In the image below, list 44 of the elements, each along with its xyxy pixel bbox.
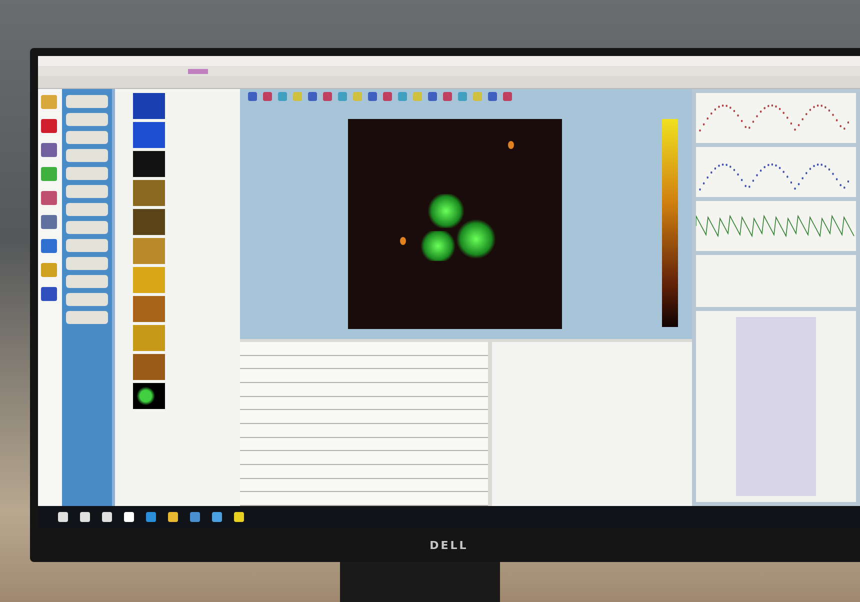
taskbar-icon[interactable] xyxy=(80,512,90,522)
image-thumbnail[interactable] xyxy=(133,93,165,119)
panel-button[interactable] xyxy=(66,131,108,144)
panel-button[interactable] xyxy=(66,203,108,216)
panel-button[interactable] xyxy=(66,257,108,270)
image-thumbnail[interactable] xyxy=(133,151,165,177)
panel-button[interactable] xyxy=(66,293,108,306)
panel-button[interactable] xyxy=(66,221,108,234)
tool-icon[interactable] xyxy=(41,143,57,157)
taskbar-icon[interactable] xyxy=(58,512,68,522)
image-thumbnail[interactable] xyxy=(133,325,165,351)
panel-button[interactable] xyxy=(66,311,108,324)
taskbar-icon[interactable] xyxy=(102,512,112,522)
tool-icon[interactable] xyxy=(41,263,57,277)
image-thumbnail[interactable] xyxy=(133,238,165,264)
image-thumbnail[interactable] xyxy=(133,296,165,322)
image-thumbnail[interactable] xyxy=(133,209,165,235)
taskbar-icon[interactable] xyxy=(168,512,178,522)
panel-button[interactable] xyxy=(66,275,108,288)
tool-icon[interactable] xyxy=(41,119,57,133)
tool-icon[interactable] xyxy=(41,287,57,301)
taskbar-icon[interactable] xyxy=(212,512,222,522)
image-thumbnail[interactable] xyxy=(133,383,165,409)
taskbar-icon[interactable] xyxy=(190,512,200,522)
panel-button[interactable] xyxy=(66,185,108,198)
image-thumbnail[interactable] xyxy=(133,267,165,293)
image-thumbnail[interactable] xyxy=(133,180,165,206)
taskbar-icon[interactable] xyxy=(146,512,156,522)
taskbar-icon[interactable] xyxy=(234,512,244,522)
panel-button[interactable] xyxy=(66,113,108,126)
tool-icon[interactable] xyxy=(41,215,57,229)
tool-icon[interactable] xyxy=(41,167,57,181)
tool-icon[interactable] xyxy=(41,239,57,253)
panel-button[interactable] xyxy=(66,95,108,108)
panel-button[interactable] xyxy=(66,167,108,180)
panel-button[interactable] xyxy=(66,239,108,252)
taskbar-icon[interactable] xyxy=(124,512,134,522)
monitor-logo: DELL xyxy=(430,538,468,552)
image-thumbnail[interactable] xyxy=(133,354,165,380)
progress-indicator xyxy=(188,68,208,74)
image-thumbnail[interactable] xyxy=(133,122,165,148)
tool-icon[interactable] xyxy=(41,95,57,109)
panel-button[interactable] xyxy=(66,149,108,162)
tool-icon[interactable] xyxy=(41,191,57,205)
